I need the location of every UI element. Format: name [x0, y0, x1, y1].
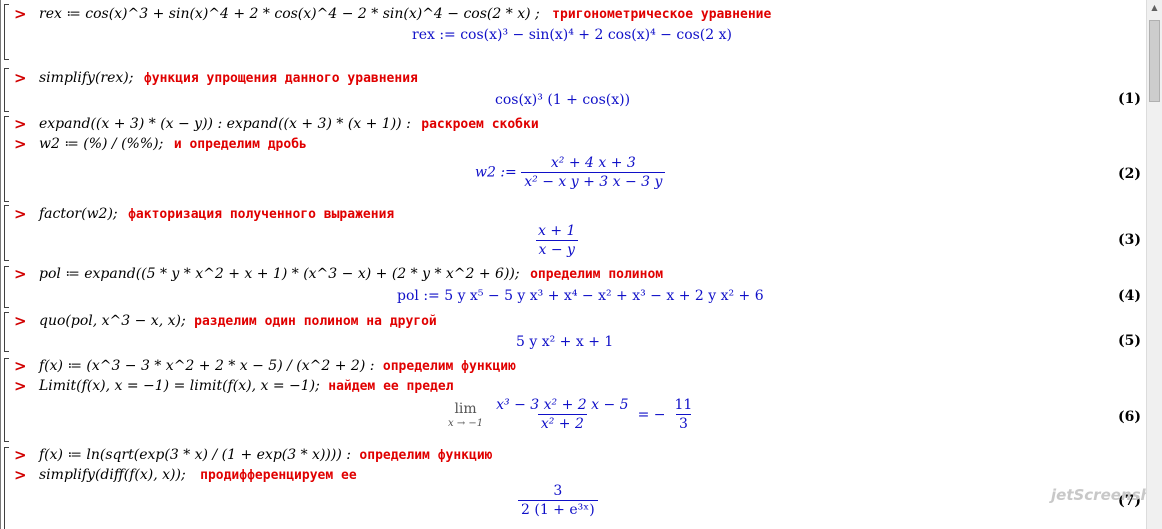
input-prompt[interactable]: > [14, 205, 27, 223]
execution-group-bracket[interactable] [4, 312, 9, 352]
fraction-denominator: 2 (1 + e³ˣ) [518, 500, 598, 519]
input-comment: определим полином [530, 267, 664, 282]
fraction-denominator: x² − x y + 3 x − 3 y [521, 172, 666, 191]
input-line-9[interactable]: Limit(f(x), x = −1) = limit(f(x), x = −1… [39, 377, 454, 396]
limit-operator: lim x → −1 [448, 400, 483, 430]
fraction-denominator: 3 [675, 414, 691, 433]
execution-group-bracket[interactable] [4, 68, 9, 112]
input-comment: определим функцию [359, 448, 493, 463]
vertical-scrollbar[interactable]: ▲ [1146, 0, 1162, 529]
input-comment: продифференцируем ее [200, 468, 357, 483]
input-line-2[interactable]: simplify(rex); функция упрощения данного… [39, 69, 418, 88]
input-prompt[interactable]: > [14, 312, 27, 330]
output-rex: rex := cos(x)³ − sin(x)⁴ + 2 cos(x)⁴ − c… [412, 27, 732, 43]
output-w2: w2 := x² + 4 x + 3 x² − x y + 3 x − 3 y [475, 154, 666, 191]
input-expression[interactable]: f(x) ≔ (x^3 − 3 * x^2 + 2 * x − 5) / (x^… [39, 358, 374, 374]
equation-label-5: (5) [1118, 333, 1141, 349]
equals-minus: = − [637, 406, 666, 423]
input-comment: найдем ее предел [328, 379, 454, 394]
input-line-5[interactable]: factor(w2); факторизация полученного выр… [39, 205, 394, 224]
fraction: x³ − 3 x² + 2 x − 5 x² + 2 [493, 396, 631, 433]
limit-word: lim [454, 400, 477, 417]
fraction-numerator: x² + 4 x + 3 [550, 155, 636, 171]
input-comment: тригонометрическое уравнение [552, 7, 772, 22]
equation-label-4: (4) [1118, 288, 1141, 304]
input-expression[interactable]: rex ≔ cos(x)^3 + sin(x)^4 + 2 * cos(x)^4… [39, 6, 540, 22]
input-line-4[interactable]: w2 ≔ (%) / (%%); и определим дробь [39, 135, 307, 154]
execution-group-bracket[interactable] [4, 4, 9, 60]
output-factor: x + 1 x − y [535, 222, 578, 259]
input-prompt[interactable]: > [14, 357, 27, 375]
scrollbar-thumb[interactable] [1149, 20, 1160, 102]
execution-group-bracket[interactable] [4, 266, 9, 308]
equation-label-1: (1) [1118, 91, 1141, 107]
input-expression[interactable]: Limit(f(x), x = −1) = limit(f(x), x = −1… [39, 378, 320, 394]
input-comment: функция упрощения данного уравнения [143, 71, 418, 86]
input-expression[interactable]: expand((x + 3) * (x − y)) : expand((x + … [39, 116, 411, 132]
input-line-6[interactable]: pol ≔ expand((5 * y * x^2 + x + 1) * (x^… [39, 265, 663, 284]
input-comment: определим функцию [382, 359, 516, 374]
input-expression[interactable]: simplify(diff(f(x), x)); [39, 467, 186, 483]
fraction: 11 3 [671, 396, 695, 433]
input-expression[interactable]: w2 ≔ (%) / (%%); [39, 136, 163, 152]
input-comment: раскроем скобки [421, 117, 539, 132]
fraction-numerator: x³ − 3 x² + 2 x − 5 [496, 397, 629, 413]
output-quotient: 5 y x² + x + 1 [516, 334, 614, 350]
input-prompt[interactable]: > [14, 466, 27, 484]
input-prompt[interactable]: > [14, 135, 27, 153]
input-comment: разделим один полином на другой [194, 314, 437, 329]
maple-worksheet: > rex ≔ cos(x)^3 + sin(x)^4 + 2 * cos(x)… [0, 0, 1162, 529]
input-line-3[interactable]: expand((x + 3) * (x − y)) : expand((x + … [39, 115, 539, 134]
input-line-1[interactable]: rex ≔ cos(x)^3 + sin(x)^4 + 2 * cos(x)^4… [39, 5, 771, 24]
equation-label-2: (2) [1118, 166, 1141, 182]
execution-group-bracket[interactable] [4, 358, 9, 442]
fraction: 3 2 (1 + e³ˣ) [518, 482, 598, 519]
input-line-8[interactable]: f(x) ≔ (x^3 − 3 * x^2 + 2 * x − 5) / (x^… [39, 357, 516, 376]
output-simplified: cos(x)³ (1 + cos(x)) [495, 92, 631, 108]
scroll-up-arrow-icon[interactable]: ▲ [1147, 0, 1162, 16]
input-comment: факторизация полученного выражения [128, 207, 395, 222]
input-line-10[interactable]: f(x) ≔ ln(sqrt(exp(3 * x) / (1 + exp(3 *… [39, 446, 492, 465]
fraction-numerator: 11 [674, 397, 693, 413]
input-prompt[interactable]: > [14, 446, 27, 464]
fraction-denominator: x − y [535, 240, 578, 259]
input-line-11[interactable]: simplify(diff(f(x), x)); продифференциру… [39, 466, 357, 485]
input-expression[interactable]: pol ≔ expand((5 * y * x^2 + x + 1) * (x^… [39, 266, 520, 282]
execution-group-bracket[interactable] [4, 116, 9, 202]
output-lhs: w2 := [475, 164, 517, 181]
input-expression[interactable]: factor(w2); [39, 206, 118, 222]
fraction-denominator: x² + 2 [537, 414, 587, 433]
input-prompt[interactable]: > [14, 377, 27, 395]
input-comment: и определим дробь [173, 137, 307, 152]
input-line-7[interactable]: quo(pol, x^3 − x, x); разделим один поли… [39, 312, 437, 331]
input-prompt[interactable]: > [14, 115, 27, 133]
execution-group-bracket[interactable] [4, 205, 9, 261]
execution-group-bracket[interactable] [4, 447, 9, 529]
fraction-numerator: 3 [553, 483, 563, 499]
fraction: x + 1 x − y [535, 222, 578, 259]
input-expression[interactable]: f(x) ≔ ln(sqrt(exp(3 * x) / (1 + exp(3 *… [39, 447, 351, 463]
output-limit: lim x → −1 x³ − 3 x² + 2 x − 5 x² + 2 = … [448, 396, 695, 433]
fraction: x² + 4 x + 3 x² − x y + 3 x − 3 y [521, 154, 666, 191]
input-expression[interactable]: simplify(rex); [39, 70, 133, 86]
input-prompt[interactable]: > [14, 5, 27, 23]
input-prompt[interactable]: > [14, 265, 27, 283]
output-pol: pol := 5 y x⁵ − 5 y x³ + x⁴ − x² + x³ − … [397, 288, 764, 304]
output-derivative: 3 2 (1 + e³ˣ) [518, 482, 598, 519]
fraction-numerator: x + 1 [538, 223, 576, 239]
input-prompt[interactable]: > [14, 69, 27, 87]
equation-label-6: (6) [1118, 409, 1141, 425]
limit-subscript: x → −1 [448, 417, 484, 429]
input-expression[interactable]: quo(pol, x^3 − x, x); [39, 313, 186, 329]
equation-label-3: (3) [1118, 232, 1141, 248]
